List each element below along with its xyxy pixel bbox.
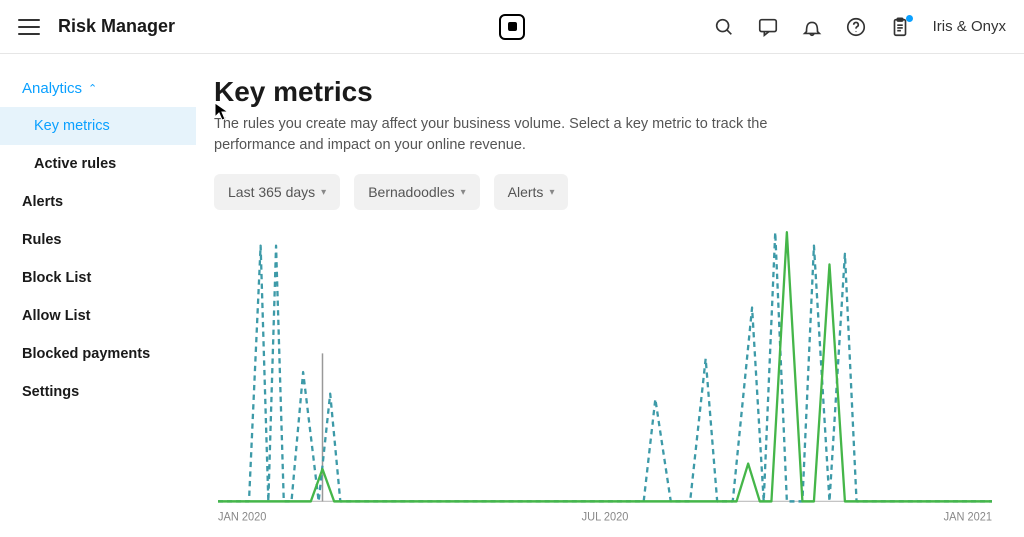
merchant-switcher[interactable]: Iris & Onyx <box>933 18 1006 35</box>
sidebar-item-block-list[interactable]: Block List <box>0 259 196 297</box>
chevron-down-icon: ▾ <box>461 187 466 198</box>
sidebar: Analytics ⌃ Key metrics Active rules Ale… <box>0 54 196 537</box>
search-icon[interactable] <box>713 16 735 38</box>
clipboard-icon[interactable] <box>889 16 911 38</box>
chevron-up-icon: ⌃ <box>88 82 97 95</box>
square-logo-icon[interactable] <box>499 14 525 40</box>
sidebar-item-rules[interactable]: Rules <box>0 221 196 259</box>
sidebar-section-label: Analytics <box>22 80 82 97</box>
sidebar-section-analytics[interactable]: Analytics ⌃ <box>0 76 196 107</box>
sidebar-item-blocked-payments[interactable]: Blocked payments <box>0 335 196 373</box>
filter-merchant[interactable]: Bernadoodles ▾ <box>354 174 479 210</box>
topbar-right: Iris & Onyx <box>713 16 1006 38</box>
svg-text:JAN 2021: JAN 2021 <box>944 511 992 523</box>
filter-date-range[interactable]: Last 365 days ▾ <box>214 174 340 210</box>
page-description: The rules you create may affect your bus… <box>214 114 774 156</box>
sidebar-item-active-rules[interactable]: Active rules <box>0 145 196 183</box>
filter-metric[interactable]: Alerts ▾ <box>494 174 569 210</box>
topbar: Risk Manager Iris & Onyx <box>0 0 1024 54</box>
bell-icon[interactable] <box>801 16 823 38</box>
metrics-chart[interactable]: JAN 2020 JUL 2020 JAN 2021 <box>214 228 996 527</box>
sidebar-item-key-metrics[interactable]: Key metrics <box>0 107 196 145</box>
menu-icon[interactable] <box>18 19 40 35</box>
chat-icon[interactable] <box>757 16 779 38</box>
chevron-down-icon: ▾ <box>321 187 326 198</box>
cursor-icon <box>214 102 230 122</box>
sidebar-item-alerts[interactable]: Alerts <box>0 183 196 221</box>
svg-text:JAN 2020: JAN 2020 <box>218 511 266 523</box>
page-title: Key metrics <box>214 76 996 108</box>
svg-text:JUL 2020: JUL 2020 <box>582 511 629 523</box>
filter-row: Last 365 days ▾ Bernadoodles ▾ Alerts ▾ <box>214 174 996 210</box>
chevron-down-icon: ▾ <box>549 187 554 198</box>
help-icon[interactable] <box>845 16 867 38</box>
content: Analytics ⌃ Key metrics Active rules Ale… <box>0 54 1024 537</box>
sidebar-item-settings[interactable]: Settings <box>0 373 196 411</box>
main: Key metrics The rules you create may aff… <box>196 54 1024 537</box>
app-title: Risk Manager <box>58 16 175 37</box>
sidebar-item-allow-list[interactable]: Allow List <box>0 297 196 335</box>
